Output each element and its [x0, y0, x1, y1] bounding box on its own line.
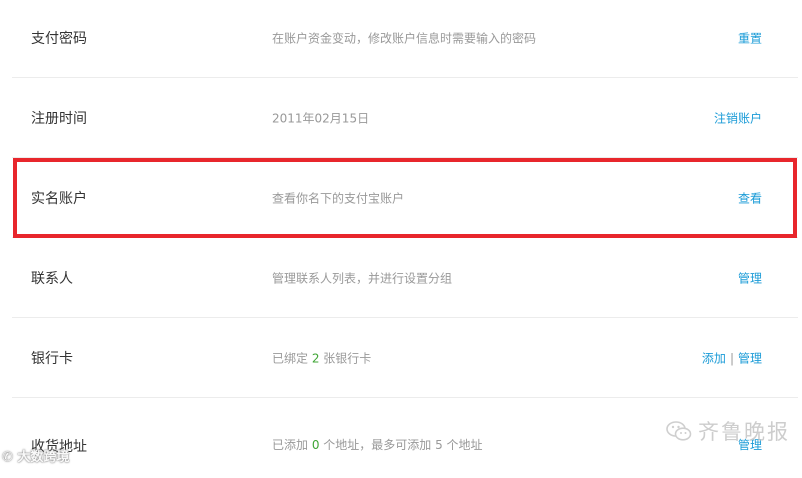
row-registration-time: 注册时间 2011年02月15日 注销账户 [12, 78, 798, 158]
add-card-link[interactable]: 添加 [702, 351, 726, 365]
row-description: 2011年02月15日 [272, 111, 370, 125]
row-description: 在账户资金变动，修改账户信息时需要输入的密码 [272, 31, 537, 46]
watermark-logo-icon: ✆ [2, 450, 18, 465]
desc-prefix: 已添加 [272, 438, 312, 452]
row-label: 注册时间 [31, 110, 87, 127]
manage-contacts-link[interactable]: 管理 [738, 271, 762, 285]
action-separator: | [729, 351, 734, 365]
row-label: 实名账户 [31, 190, 87, 207]
row-real-name-account: 实名账户 查看你名下的支付宝账户 查看 [12, 158, 798, 238]
row-actions: 添加 | 管理 [702, 349, 762, 366]
reset-link[interactable]: 重置 [738, 32, 762, 46]
row-actions: 重置 [738, 30, 762, 47]
desc-suffix: 张银行卡 [319, 351, 372, 365]
row-label: 联系人 [31, 270, 73, 287]
account-settings-list: 支付密码 在账户资金变动，修改账户信息时需要输入的密码 重置 注册时间 2011… [12, 0, 798, 478]
row-label: 银行卡 [31, 350, 73, 367]
manage-cards-link[interactable]: 管理 [738, 351, 762, 365]
watermark-right: 齐鲁晚报 [666, 416, 790, 446]
watermark-right-text: 齐鲁晚报 [698, 420, 790, 444]
wechat-icon [666, 421, 692, 441]
watermark-left: ✆ 大数跨境 [2, 446, 69, 465]
row-actions: 管理 [738, 269, 762, 286]
row-payment-password: 支付密码 在账户资金变动，修改账户信息时需要输入的密码 重置 [12, 0, 798, 78]
view-link[interactable]: 查看 [738, 191, 762, 205]
desc-prefix: 已绑定 [272, 351, 312, 365]
row-label: 支付密码 [31, 31, 87, 47]
row-description: 管理联系人列表，并进行设置分组 [272, 271, 453, 285]
row-actions: 查看 [738, 189, 762, 206]
close-account-link[interactable]: 注销账户 [714, 111, 762, 125]
row-description: 已添加 0 个地址，最多可添加 5 个地址 [272, 436, 483, 453]
row-description: 查看你名下的支付宝账户 [272, 191, 405, 205]
row-bank-cards: 银行卡 已绑定 2 张银行卡 添加 | 管理 [12, 318, 798, 398]
watermark-left-text: 大数跨境 [17, 450, 70, 465]
row-contacts: 联系人 管理联系人列表，并进行设置分组 管理 [12, 238, 798, 318]
row-actions: 注销账户 [714, 109, 762, 126]
desc-suffix: 个地址，最多可添加 5 个地址 [319, 438, 483, 452]
row-description: 已绑定 2 张银行卡 [272, 349, 371, 366]
